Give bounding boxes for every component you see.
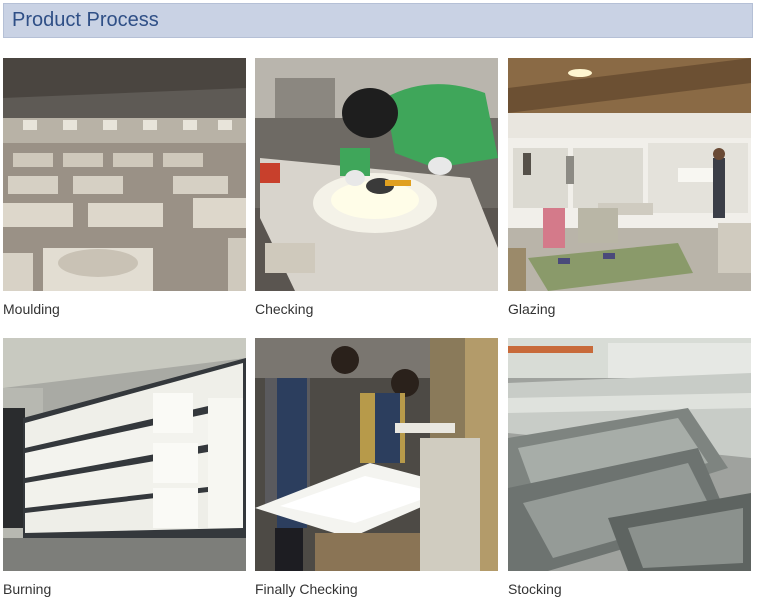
section-title: Product Process bbox=[12, 9, 159, 31]
finally-checking-photo bbox=[255, 338, 498, 571]
stocking-photo bbox=[508, 338, 751, 571]
glazing-image bbox=[508, 58, 751, 291]
checking-image bbox=[255, 58, 498, 291]
section-header-banner: Product Process bbox=[3, 3, 753, 38]
step-label-moulding: Moulding bbox=[3, 301, 60, 317]
step-label-checking: Checking bbox=[255, 301, 314, 317]
step-label-stocking: Stocking bbox=[508, 581, 562, 597]
stocking-image bbox=[508, 338, 751, 571]
glazing-photo bbox=[508, 58, 751, 291]
burning-image bbox=[3, 338, 246, 571]
step-label-finally-checking: Finally Checking bbox=[255, 581, 358, 597]
finally-checking-image bbox=[255, 338, 498, 571]
moulding-image bbox=[3, 58, 246, 291]
burning-photo bbox=[3, 338, 246, 571]
step-label-glazing: Glazing bbox=[508, 301, 556, 317]
checking-photo bbox=[255, 58, 498, 291]
moulding-photo bbox=[3, 58, 246, 291]
step-label-burning: Burning bbox=[3, 581, 52, 597]
